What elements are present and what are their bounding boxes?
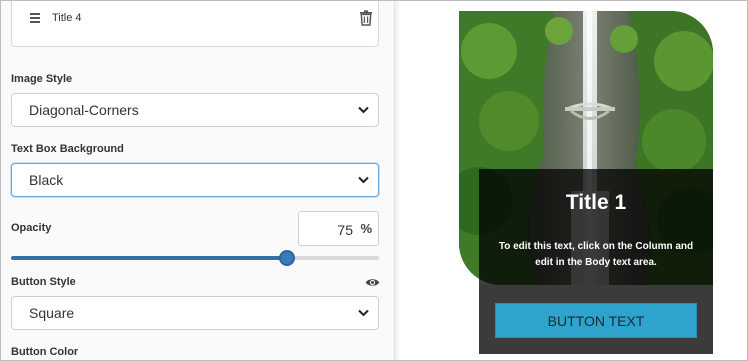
text-box-background-value: Black xyxy=(29,172,64,188)
list-item-title: Title 4 xyxy=(52,12,82,24)
text-box-background-select[interactable]: Black xyxy=(11,163,379,197)
text-box-background-label: Text Box Background xyxy=(11,143,124,155)
eye-icon[interactable] xyxy=(365,277,380,288)
percent-icon: % xyxy=(360,221,372,236)
opacity-slider-thumb[interactable] xyxy=(279,250,295,266)
preview-title: Title 1 xyxy=(565,191,627,214)
chevron-down-icon xyxy=(358,106,369,114)
chevron-down-icon xyxy=(358,176,369,184)
opacity-slider-fill xyxy=(11,256,287,260)
opacity-value: 75 xyxy=(337,222,353,238)
button-style-value: Square xyxy=(29,305,75,321)
button-style-select[interactable]: Square xyxy=(11,296,379,330)
settings-panel: Title 4 Image Style Diagonal-Corners Tex… xyxy=(0,0,395,361)
preview-button-area: BUTTON TEXT xyxy=(479,285,713,354)
hamburger-icon[interactable] xyxy=(30,13,40,23)
button-color-label: Button Color xyxy=(11,346,79,358)
image-style-select[interactable]: Diagonal-Corners xyxy=(11,93,379,127)
preview-card[interactable]: Title 1 To edit this text, click on the … xyxy=(459,11,713,354)
button-style-label: Button Style xyxy=(11,276,76,288)
opacity-slider[interactable] xyxy=(11,250,379,266)
list-item-card[interactable]: Title 4 xyxy=(11,0,379,47)
image-style-label: Image Style xyxy=(11,73,73,85)
chevron-down-icon xyxy=(358,309,369,317)
preview-body: To edit this text, click on the Column a… xyxy=(498,241,694,268)
preview-button[interactable]: BUTTON TEXT xyxy=(495,303,697,338)
image-style-value: Diagonal-Corners xyxy=(29,102,139,118)
opacity-input[interactable]: 75 % xyxy=(298,211,379,246)
opacity-label: Opacity xyxy=(11,222,52,234)
trash-icon[interactable] xyxy=(359,10,373,26)
